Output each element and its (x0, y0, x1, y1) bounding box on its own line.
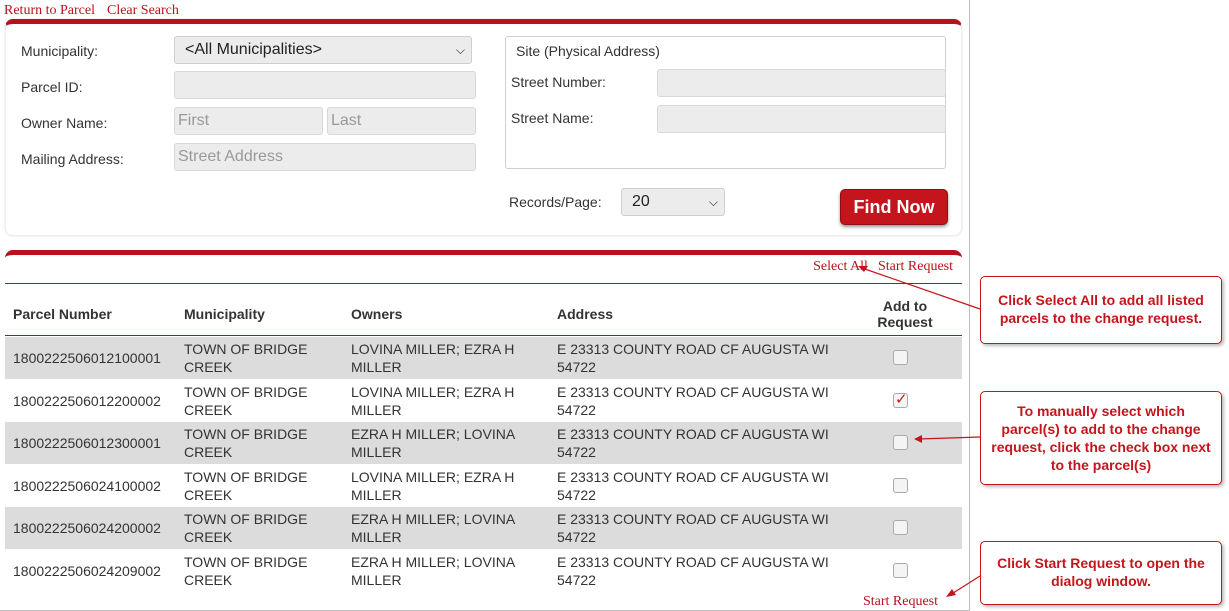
row-municipality: TOWN OF BRIDGE CREEK (184, 426, 308, 460)
table-row: 1800222506024209002 TOWN OF BRIDGE CREEK E… (5, 550, 962, 592)
row-parcel-number: 1800222506024100002 (13, 477, 161, 494)
row-municipality: TOWN OF BRIDGE CREEK (184, 511, 308, 545)
add-to-request-checkbox[interactable] (893, 477, 908, 493)
callout-manual-select: To manually select which parcel(s) to ad… (980, 391, 1222, 485)
mailing-address-label: Mailing Address: (21, 151, 124, 167)
records-per-page-label: Records/Page: (509, 194, 602, 210)
row-address: E 23313 COUNTY ROAD CF AUGUSTA WI 54722 (557, 383, 829, 418)
top-links: Return to Parcel Clear Search (4, 3, 191, 19)
municipality-select-value: <All Municipalities> (185, 41, 322, 58)
row-address: E 23313 COUNTY ROAD CF AUGUSTA WI 54722 (557, 511, 829, 545)
callout-select-all: Click Select All to add all listed parce… (980, 276, 1222, 344)
chevron-down-icon: ⌵ (708, 195, 718, 209)
row-owners: EZRA H MILLER; LOVINA MILLER (351, 426, 515, 460)
owner-last-input[interactable]: Last (327, 107, 476, 135)
street-number-input[interactable] (657, 69, 946, 97)
street-number-label: Street Number: (511, 74, 606, 90)
row-owners: LOVINA MILLER; EZRA H MILLER (351, 341, 515, 375)
row-owners: LOVINA MILLER; EZRA H MILLER (351, 468, 515, 503)
owner-first-input[interactable]: First (174, 107, 323, 135)
row-municipality: TOWN OF BRIDGE CREEK (184, 468, 308, 503)
callout-start-request: Click Start Request to open the dialog w… (980, 541, 1222, 605)
street-name-input[interactable] (657, 105, 946, 133)
app-frame: Return to Parcel Clear Search Municipalit… (0, 0, 970, 611)
select-all-link[interactable]: Select All (813, 259, 868, 274)
table-row: 1800222506012200002 TOWN OF BRIDGE CREEK L… (5, 380, 962, 422)
add-to-request-checkbox[interactable] (893, 562, 908, 578)
owner-name-label: Owner Name: (21, 115, 108, 131)
records-per-page-select[interactable]: 20 ⌵ (621, 188, 725, 216)
col-owners: Owners (351, 306, 403, 322)
row-parcel-number: 1800222506024200002 (13, 520, 161, 536)
site-address-group: Site (Physical Address) Street Number: S… (505, 36, 946, 169)
records-per-page-value: 20 (632, 193, 650, 210)
add-to-request-checkbox[interactable] (893, 435, 908, 450)
municipality-select[interactable]: <All Municipalities> ⌵ (174, 36, 472, 64)
row-address: E 23313 COUNTY ROAD CF AUGUSTA WI 54722 (557, 341, 829, 375)
col-address: Address (557, 306, 614, 322)
row-parcel-number: 1800222506012100001 (13, 350, 161, 366)
results-panel: Select All Start Request Parcel Number Mu… (5, 250, 962, 610)
row-parcel-number: 1800222506024209002 (13, 562, 161, 579)
chevron-down-icon: ⌵ (455, 43, 465, 57)
row-owners: EZRA H MILLER; LOVINA MILLER (351, 553, 515, 588)
row-municipality: TOWN OF BRIDGE CREEK (184, 341, 308, 375)
row-municipality: TOWN OF BRIDGE CREEK (184, 553, 308, 588)
col-parcel-number: Parcel Number (13, 306, 112, 322)
parcel-id-label: Parcel ID: (21, 79, 83, 95)
start-request-bottom-link[interactable]: Start Request (863, 594, 938, 610)
street-name-label: Street Name: (511, 110, 594, 126)
row-address: E 23313 COUNTY ROAD CF AUGUSTA WI 54722 (557, 426, 829, 460)
add-to-request-checkbox[interactable] (893, 390, 908, 408)
col-add-to-request: Add to Request (877, 298, 933, 330)
row-municipality: TOWN OF BRIDGE CREEK (184, 383, 308, 418)
return-to-parcel-link[interactable]: Return to Parcel (4, 3, 95, 18)
results-links: Select All Start Request (803, 259, 953, 275)
row-owners: LOVINA MILLER; EZRA H MILLER (351, 383, 515, 418)
site-group-title: Site (Physical Address) (516, 43, 660, 59)
results-table-header: Parcel Number Municipality Owners Addres… (5, 292, 962, 336)
row-parcel-number: 1800222506012300001 (13, 435, 161, 451)
parcel-id-input[interactable] (174, 71, 476, 99)
table-row: 1800222506024200002 TOWN OF BRIDGE CREEK E… (5, 507, 962, 549)
add-to-request-checkbox[interactable] (893, 350, 908, 365)
clear-search-link[interactable]: Clear Search (107, 3, 179, 18)
row-address: E 23313 COUNTY ROAD CF AUGUSTA WI 54722 (557, 468, 829, 503)
results-divider (5, 283, 962, 284)
find-now-button[interactable]: Find Now (840, 189, 948, 225)
mailing-address-input[interactable]: Street Address (174, 143, 476, 171)
table-row: 1800222506012300001 TOWN OF BRIDGE CREEK E… (5, 422, 962, 464)
start-request-link[interactable]: Start Request (878, 259, 953, 274)
search-panel: Municipality: <All Municipalities> ⌵ Par… (5, 19, 962, 236)
row-parcel-number: 1800222506012200002 (13, 392, 161, 409)
table-row: 1800222506012100001 TOWN OF BRIDGE CREEK L… (5, 337, 962, 379)
col-municipality: Municipality (184, 306, 265, 322)
table-row: 1800222506024100002 TOWN OF BRIDGE CREEK L… (5, 465, 962, 507)
add-to-request-checkbox[interactable] (893, 520, 908, 535)
row-owners: EZRA H MILLER; LOVINA MILLER (351, 511, 515, 545)
row-address: E 23313 COUNTY ROAD CF AUGUSTA WI 54722 (557, 553, 829, 588)
municipality-label: Municipality: (21, 43, 99, 59)
